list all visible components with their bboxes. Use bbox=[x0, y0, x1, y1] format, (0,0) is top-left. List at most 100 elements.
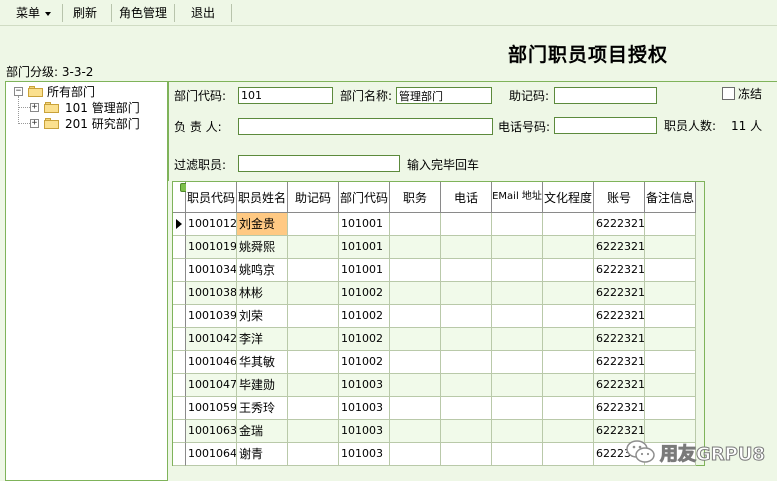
cell-email[interactable] bbox=[492, 351, 543, 374]
cell-mnemonic[interactable] bbox=[288, 351, 339, 374]
cell-account[interactable]: 62223210 bbox=[594, 351, 645, 374]
header-col-remark[interactable]: 备注信息 bbox=[645, 182, 696, 213]
menu-item-refresh[interactable]: 刷新 bbox=[73, 5, 97, 21]
cell-dept-code[interactable]: 101001 bbox=[339, 213, 390, 236]
cell-account[interactable]: 62223210 bbox=[594, 259, 645, 282]
expand-icon[interactable]: + bbox=[30, 103, 39, 112]
row-indicator[interactable] bbox=[173, 236, 186, 259]
cell-email[interactable] bbox=[492, 328, 543, 351]
cell-staff-name[interactable]: 王秀玲 bbox=[237, 397, 288, 420]
dept-name-input[interactable] bbox=[396, 87, 492, 104]
cell-phone[interactable] bbox=[441, 397, 492, 420]
cell-email[interactable] bbox=[492, 305, 543, 328]
cell-education[interactable] bbox=[543, 397, 594, 420]
cell-mnemonic[interactable] bbox=[288, 328, 339, 351]
cell-phone[interactable] bbox=[441, 374, 492, 397]
cell-phone[interactable] bbox=[441, 282, 492, 305]
cell-remark[interactable] bbox=[645, 397, 696, 420]
tree-node-101[interactable]: + 101 管理部门 bbox=[26, 100, 166, 116]
grid-corner[interactable] bbox=[173, 182, 189, 213]
cell-remark[interactable] bbox=[645, 236, 696, 259]
cell-staff-code[interactable]: 10010389 bbox=[186, 282, 237, 305]
cell-position[interactable] bbox=[390, 328, 441, 351]
cell-position[interactable] bbox=[390, 374, 441, 397]
cell-remark[interactable] bbox=[645, 259, 696, 282]
cell-remark[interactable] bbox=[645, 282, 696, 305]
cell-mnemonic[interactable] bbox=[288, 420, 339, 443]
header-col-account[interactable]: 账号 bbox=[594, 182, 645, 213]
cell-email[interactable] bbox=[492, 259, 543, 282]
header-col-email[interactable]: EMail 地址 bbox=[492, 182, 543, 213]
cell-dept-code[interactable]: 101003 bbox=[339, 443, 390, 466]
cell-remark[interactable] bbox=[645, 328, 696, 351]
cell-staff-name[interactable]: 李洋 bbox=[237, 328, 288, 351]
cell-phone[interactable] bbox=[441, 420, 492, 443]
cell-dept-code[interactable]: 101002 bbox=[339, 305, 390, 328]
collapse-icon[interactable]: − bbox=[14, 87, 23, 96]
cell-phone[interactable] bbox=[441, 351, 492, 374]
header-col-staff-name[interactable]: 职员姓名 bbox=[237, 182, 288, 213]
cell-education[interactable] bbox=[543, 282, 594, 305]
freeze-checkbox[interactable] bbox=[722, 87, 735, 100]
cell-phone[interactable] bbox=[441, 259, 492, 282]
cell-staff-name[interactable]: 金瑞 bbox=[237, 420, 288, 443]
row-indicator[interactable] bbox=[173, 397, 186, 420]
cell-position[interactable] bbox=[390, 420, 441, 443]
header-col-position[interactable]: 职务 bbox=[390, 182, 441, 213]
cell-staff-name[interactable]: 毕建勋 bbox=[237, 374, 288, 397]
cell-dept-code[interactable]: 101002 bbox=[339, 351, 390, 374]
cell-staff-name[interactable]: 林彬 bbox=[237, 282, 288, 305]
mnemonic-input[interactable] bbox=[554, 87, 657, 104]
row-indicator[interactable] bbox=[173, 443, 186, 466]
cell-staff-code[interactable]: 10010639 bbox=[186, 420, 237, 443]
cell-education[interactable] bbox=[543, 236, 594, 259]
row-indicator[interactable] bbox=[173, 282, 186, 305]
cell-education[interactable] bbox=[543, 305, 594, 328]
cell-email[interactable] bbox=[492, 282, 543, 305]
cell-staff-name[interactable]: 姚舜熙 bbox=[237, 236, 288, 259]
cell-mnemonic[interactable] bbox=[288, 305, 339, 328]
cell-account[interactable]: 62223210 bbox=[594, 236, 645, 259]
cell-phone[interactable] bbox=[441, 213, 492, 236]
cell-email[interactable] bbox=[492, 420, 543, 443]
menu-item-exit[interactable]: 退出 bbox=[191, 5, 215, 21]
cell-mnemonic[interactable] bbox=[288, 397, 339, 420]
cell-dept-code[interactable]: 101002 bbox=[339, 282, 390, 305]
expand-icon[interactable]: + bbox=[30, 119, 39, 128]
cell-staff-name[interactable]: 姚鸣京 bbox=[237, 259, 288, 282]
cell-staff-code[interactable]: 10010470 bbox=[186, 374, 237, 397]
header-col-education[interactable]: 文化程度 bbox=[543, 182, 594, 213]
cell-position[interactable] bbox=[390, 397, 441, 420]
cell-email[interactable] bbox=[492, 374, 543, 397]
filter-staff-input[interactable] bbox=[238, 155, 400, 172]
cell-position[interactable] bbox=[390, 236, 441, 259]
cell-staff-name[interactable]: 谢青 bbox=[237, 443, 288, 466]
header-col-mnemonic[interactable]: 助记码 bbox=[288, 182, 339, 213]
cell-education[interactable] bbox=[543, 443, 594, 466]
cell-mnemonic[interactable] bbox=[288, 259, 339, 282]
dept-code-input[interactable] bbox=[238, 87, 333, 104]
row-indicator[interactable] bbox=[173, 351, 186, 374]
cell-staff-code[interactable]: 10010645 bbox=[186, 443, 237, 466]
cell-remark[interactable] bbox=[645, 213, 696, 236]
cell-mnemonic[interactable] bbox=[288, 282, 339, 305]
cell-staff-code[interactable]: 10010345 bbox=[186, 259, 237, 282]
cell-education[interactable] bbox=[543, 351, 594, 374]
row-indicator[interactable] bbox=[173, 328, 186, 351]
cell-account[interactable]: 62223210 bbox=[594, 397, 645, 420]
cell-email[interactable] bbox=[492, 213, 543, 236]
row-indicator[interactable] bbox=[173, 374, 186, 397]
menu-item-menu[interactable]: 菜单 bbox=[16, 5, 52, 21]
cell-education[interactable] bbox=[543, 374, 594, 397]
cell-mnemonic[interactable] bbox=[288, 374, 339, 397]
cell-staff-code[interactable]: 10010128 bbox=[186, 213, 237, 236]
manager-input[interactable] bbox=[238, 118, 493, 135]
cell-position[interactable] bbox=[390, 351, 441, 374]
cell-staff-name[interactable]: 刘金贵 bbox=[237, 213, 288, 236]
cell-phone[interactable] bbox=[441, 305, 492, 328]
row-indicator[interactable] bbox=[173, 420, 186, 443]
cell-phone[interactable] bbox=[441, 443, 492, 466]
cell-account[interactable]: 62223210 bbox=[594, 305, 645, 328]
header-col-staff-code[interactable]: 职员代码 bbox=[186, 182, 237, 213]
cell-mnemonic[interactable] bbox=[288, 213, 339, 236]
